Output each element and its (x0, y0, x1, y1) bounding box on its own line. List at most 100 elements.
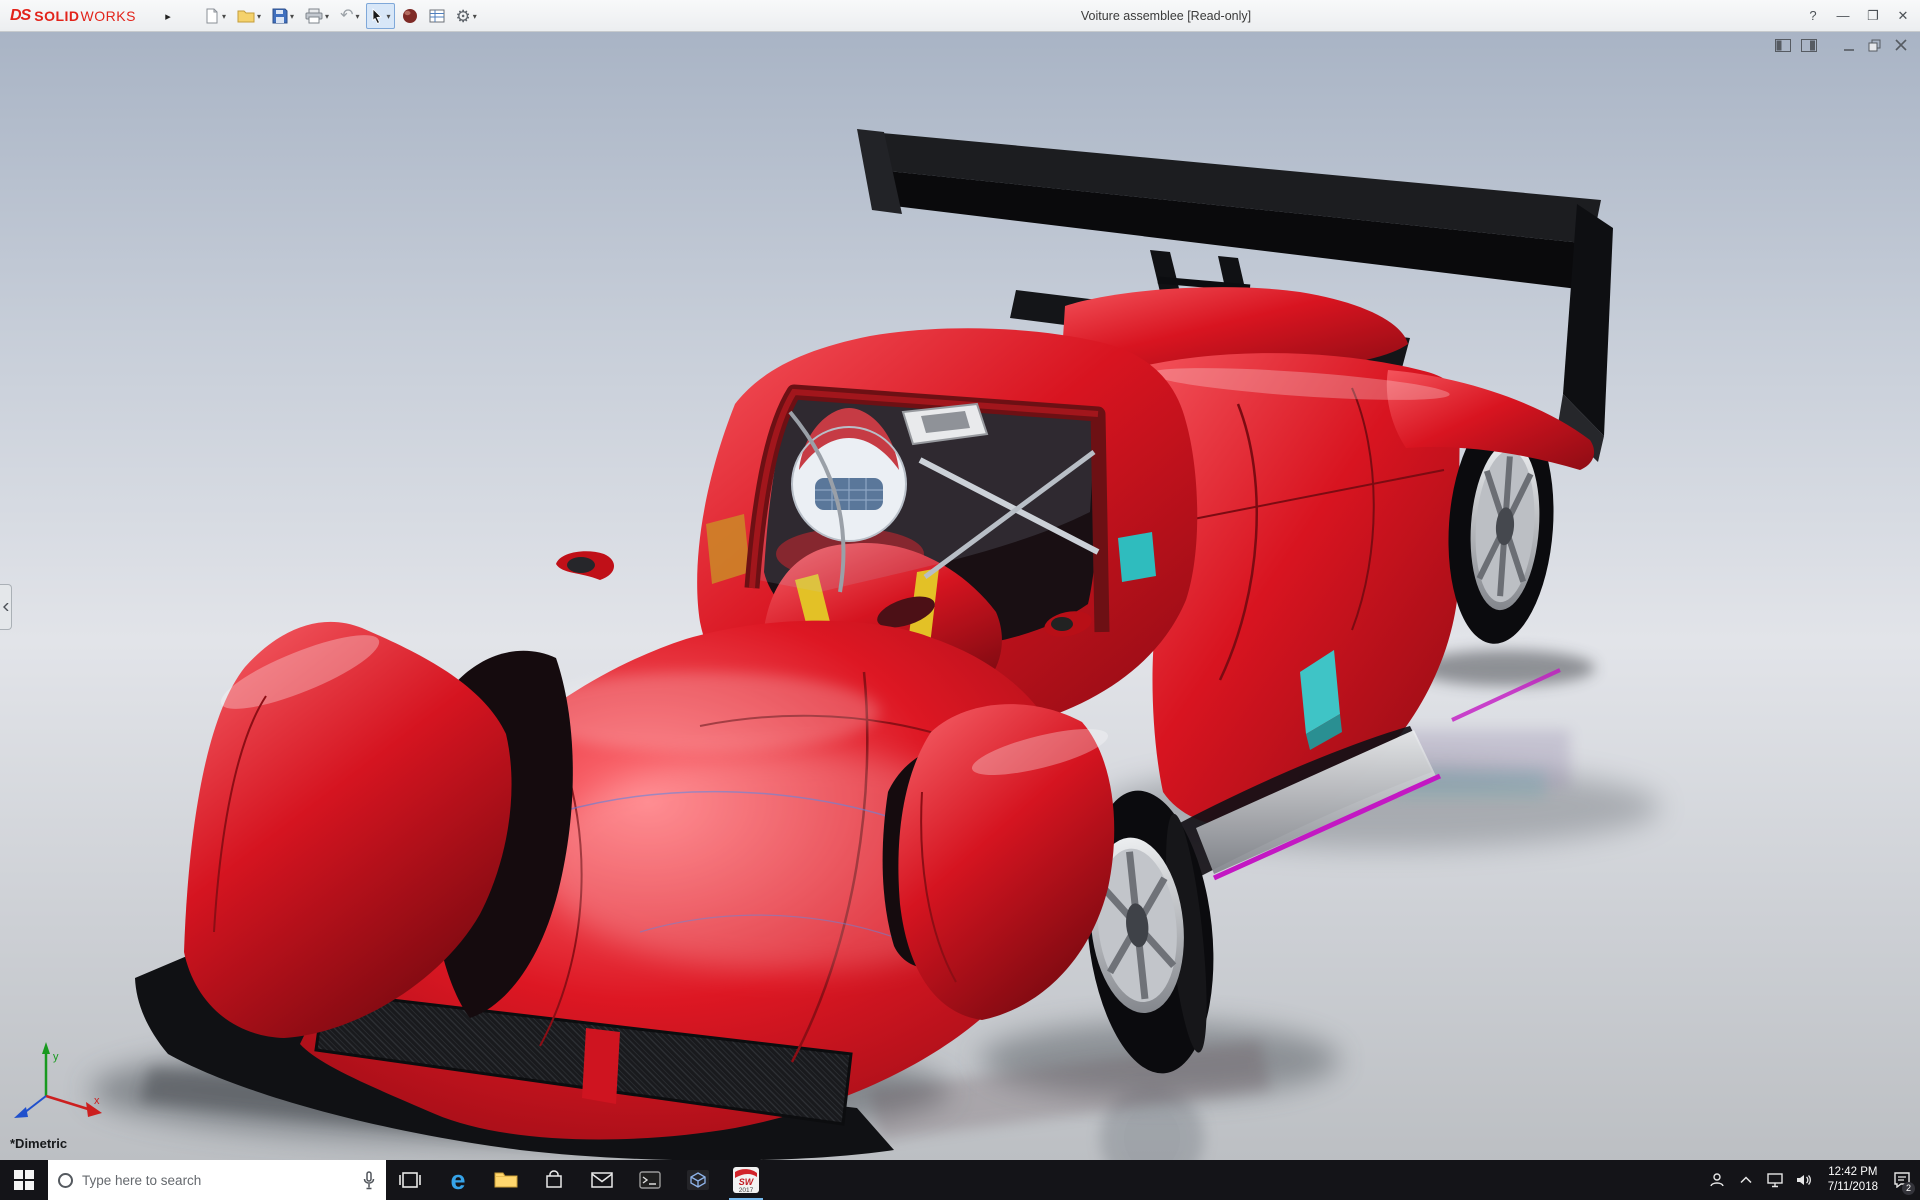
design-table-button[interactable] (425, 3, 449, 29)
car-model[interactable] (135, 129, 1613, 1160)
volume-icon (1797, 1175, 1812, 1185)
volume-button[interactable] (1790, 1160, 1819, 1200)
view-orientation-label: *Dimetric (10, 1136, 68, 1151)
chevron-up-icon (1740, 1176, 1752, 1184)
save-floppy-icon (272, 8, 288, 24)
people-icon (1710, 1173, 1724, 1187)
expand-panel-arrow-icon (2, 603, 8, 611)
dropdown-caret: ▾ (257, 11, 262, 21)
cube-app-button[interactable] (674, 1160, 722, 1200)
open-folder-icon (237, 10, 255, 23)
triad-x-label: x (94, 1095, 100, 1107)
appearance-sphere-icon (402, 9, 417, 23)
triad-y-label: y (53, 1051, 59, 1063)
select-cursor-icon (373, 8, 383, 24)
hidden-icons-button[interactable] (1732, 1160, 1761, 1200)
system-tray: 12:42 PM 7/11/2018 2 (1703, 1160, 1920, 1200)
appearance-button[interactable] (398, 3, 422, 29)
terminal-button[interactable] (626, 1160, 674, 1200)
options-gear-icon: ⚙ (455, 6, 471, 26)
terminal-icon (639, 1171, 661, 1189)
doc-close-icon (1895, 38, 1907, 51)
mail-envelope-icon (591, 1172, 613, 1188)
search-input[interactable] (82, 1172, 353, 1188)
window-controls: ? — ❐ ✕ (1798, 0, 1918, 32)
svg-text:SW: SW (739, 1177, 755, 1187)
clock-date: 7/11/2018 (1827, 1181, 1878, 1193)
dropdown-caret: ▾ (386, 11, 391, 21)
cube-app-icon (687, 1170, 709, 1190)
open-button[interactable]: ▾ (233, 3, 265, 29)
notification-badge: 2 (1902, 1182, 1915, 1195)
quick-access-toolbar: ▾ ▾ ▾ ▾ ↶ ▾ ▾ ⚙ ▾ (200, 0, 481, 32)
rollbar-padding-orange (706, 514, 750, 584)
design-table-icon (429, 9, 444, 23)
graphics-area[interactable]: y x *Dimetric (0, 32, 1920, 1160)
print-button[interactable]: ▾ (301, 3, 333, 29)
pane-right-icon (1801, 38, 1817, 52)
brand-works: WORKS (80, 8, 136, 24)
left-mirror[interactable] (556, 551, 615, 580)
file-explorer-button[interactable] (482, 1160, 530, 1200)
save-button[interactable]: ▾ (268, 3, 298, 29)
solidworks-logo: DS SOLID WORKS (10, 0, 136, 32)
undo-button[interactable]: ↶ ▾ (336, 3, 363, 29)
dropdown-caret: ▾ (290, 11, 295, 21)
taskbar-search-box[interactable] (48, 1160, 386, 1200)
task-view-icon (399, 1172, 421, 1188)
orientation-triad: y x (14, 1042, 102, 1118)
people-button[interactable] (1703, 1160, 1732, 1200)
feature-manager-collapsed-tab[interactable] (0, 584, 12, 630)
new-document-icon (206, 8, 218, 24)
edge-button[interactable]: e (434, 1160, 482, 1200)
doc-minimize-button[interactable] (1840, 37, 1858, 53)
pane-left-button[interactable] (1774, 37, 1792, 53)
windows-logo-icon (14, 1170, 34, 1190)
select-tool-button[interactable]: ▾ (366, 3, 395, 29)
dropdown-caret: ▾ (355, 11, 360, 21)
microphone-icon[interactable] (362, 1170, 376, 1190)
doc-close-button[interactable] (1892, 37, 1910, 53)
dropdown-caret: ▾ (222, 11, 227, 21)
cortana-icon (58, 1172, 73, 1188)
task-view-button[interactable] (386, 1160, 434, 1200)
interior-teal-panel (1118, 532, 1156, 582)
cowl-highlight (520, 672, 880, 752)
clock-time: 12:42 PM (1828, 1166, 1878, 1179)
windows-taskbar: e SW 2017 (0, 1160, 1920, 1200)
mail-button[interactable] (578, 1160, 626, 1200)
doc-restore-icon (1868, 39, 1881, 51)
taskbar-clock[interactable]: 12:42 PM 7/11/2018 (1819, 1165, 1887, 1195)
solidworks-taskbar-button[interactable]: SW 2017 (722, 1160, 770, 1200)
svg-text:2017: 2017 (739, 1187, 754, 1193)
help-button[interactable]: ? (1798, 0, 1828, 32)
action-center-button[interactable]: 2 (1887, 1160, 1916, 1200)
pane-right-button[interactable] (1800, 37, 1818, 53)
solidworks-window: DS SOLID WORKS ▸ ▾ ▾ ▾ ▾ ↶ ▾ ▾ ⚙ ▾ Voitu… (0, 0, 1920, 1200)
pane-left-icon (1775, 38, 1791, 52)
doc-minimize-icon (1844, 48, 1854, 51)
start-button[interactable] (0, 1160, 48, 1200)
store-bag-icon (546, 1170, 562, 1188)
store-button[interactable] (530, 1160, 578, 1200)
close-button[interactable]: ✕ (1888, 0, 1918, 32)
title-bar: DS SOLID WORKS ▸ ▾ ▾ ▾ ▾ ↶ ▾ ▾ ⚙ ▾ Voitu… (0, 0, 1920, 32)
options-button[interactable]: ⚙ ▾ (452, 3, 481, 29)
solidworks-app-icon: SW 2017 (733, 1167, 759, 1193)
minimize-button[interactable]: — (1828, 0, 1858, 32)
new-document-button[interactable]: ▾ (200, 3, 230, 29)
document-title: Voiture assemblee [Read-only] (1080, 9, 1252, 23)
ds-logo-mark: DS (10, 7, 31, 24)
restore-button[interactable]: ❐ (1858, 0, 1888, 32)
edge-icon: e (450, 1164, 466, 1195)
car-scene: y x (14, 129, 1660, 1160)
brand-solid: SOLID (34, 8, 80, 24)
dropdown-caret: ▾ (325, 11, 330, 21)
dropdown-caret: ▾ (472, 11, 477, 21)
doc-restore-button[interactable] (1866, 37, 1884, 53)
menu-flyout-arrow-icon[interactable]: ▸ (160, 6, 176, 26)
undo-icon: ↶ (340, 7, 354, 24)
document-window-controls (1774, 37, 1910, 53)
network-button[interactable] (1761, 1160, 1790, 1200)
network-icon (1767, 1172, 1783, 1187)
